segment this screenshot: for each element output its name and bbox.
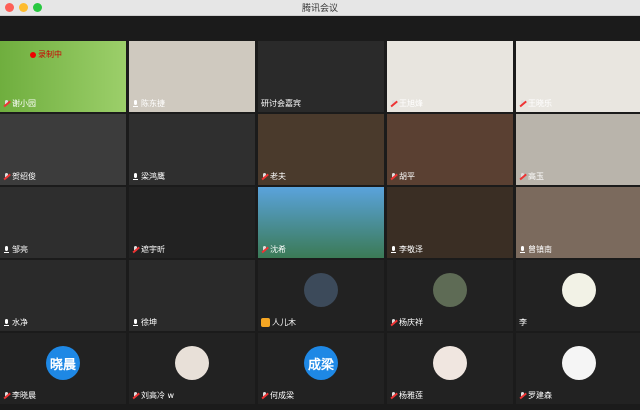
participant-label: 贺绍俊 [3, 171, 36, 182]
participant-label: 高玉 [519, 171, 544, 182]
participant-tile[interactable]: 水净 [0, 260, 126, 331]
mic-muted-icon [261, 391, 268, 400]
participant-label: 李晓晨 [3, 390, 36, 401]
participant-tile[interactable]: 王旭烽 [387, 41, 513, 112]
participant-label: 徐坤 [132, 317, 157, 328]
participant-tile[interactable]: 刘高冷 w [129, 333, 255, 404]
mic-muted-icon [519, 391, 526, 400]
participant-tile[interactable]: 录制中 谢小园 [0, 41, 126, 112]
participant-tile[interactable]: 遮宇昕 [129, 187, 255, 258]
mic-icon [519, 245, 526, 254]
mic-muted-icon [261, 245, 268, 254]
window-title: 腾讯会议 [301, 4, 338, 14]
participant-tile[interactable]: 研讨会嘉宾 [258, 41, 384, 112]
avatar [433, 346, 467, 380]
mic-muted-icon [519, 99, 526, 108]
participant-label: 遮宇昕 [132, 244, 165, 255]
participant-label: 人儿木 [261, 317, 296, 328]
participant-tile-active-speaker[interactable]: 李敬泽 [387, 187, 513, 258]
participant-tile[interactable]: 罗建森 [516, 333, 640, 404]
participant-label: 李敬泽 [390, 244, 423, 255]
participant-label: 杨雅莲 [390, 390, 423, 401]
avatar [433, 273, 467, 307]
mic-muted-icon [3, 172, 10, 181]
record-dot-icon [30, 51, 36, 58]
mic-icon [390, 245, 397, 254]
participant-tile[interactable]: 梁鸿鹰 [129, 114, 255, 185]
mic-muted-icon [390, 318, 397, 327]
participant-tile[interactable]: 晓晨 李晓晨 [0, 333, 126, 404]
participant-label: 曾镇南 [519, 244, 552, 255]
participant-tile[interactable]: 人儿木 [258, 260, 384, 331]
mic-muted-icon [390, 391, 397, 400]
participant-label: 研讨会嘉宾 [261, 99, 301, 108]
participant-label: 陈东捷 [132, 98, 165, 109]
participant-label: 邹亮 [3, 244, 28, 255]
participant-label: 胡平 [390, 171, 415, 182]
mic-muted-icon [132, 391, 139, 400]
participant-tile[interactable]: 杨雅莲 [387, 333, 513, 404]
participant-tile[interactable]: 成梁 何成梁 [258, 333, 384, 404]
participant-label: 罗建森 [519, 390, 552, 401]
participant-label: 王旭烽 [390, 98, 423, 109]
participant-label: 梁鸿鹰 [132, 171, 165, 182]
participant-tile[interactable]: 邹亮 [0, 187, 126, 258]
mic-icon [132, 99, 139, 108]
participant-label: 水净 [3, 317, 28, 328]
mic-muted-icon [519, 172, 526, 181]
participant-label: 老夫 [261, 171, 286, 182]
mic-icon [3, 318, 10, 327]
mic-icon [132, 172, 139, 181]
participant-label: 王晓乐 [519, 98, 552, 109]
host-badge-icon [261, 318, 270, 327]
avatar: 成梁 [304, 346, 338, 380]
participant-tile[interactable]: 胡平 [387, 114, 513, 185]
participant-label: 杨庆祥 [390, 317, 423, 328]
mic-muted-icon [261, 172, 268, 181]
participant-tile[interactable]: 陈东捷 [129, 41, 255, 112]
participant-tile[interactable]: 贺绍俊 [0, 114, 126, 185]
participant-label: 何成梁 [261, 390, 294, 401]
mic-icon [132, 318, 139, 327]
mic-muted-icon [3, 99, 10, 108]
avatar [304, 273, 338, 307]
mic-muted-icon [3, 391, 10, 400]
participant-tile[interactable]: 杨庆祥 [387, 260, 513, 331]
avatar: 晓晨 [46, 346, 80, 380]
participant-label: 刘高冷 w [132, 390, 174, 401]
participant-tile[interactable]: 王晓乐 [516, 41, 640, 112]
avatar [175, 346, 209, 380]
participant-tile[interactable]: 徐坤 [129, 260, 255, 331]
window-titlebar: 腾讯会议 [0, 0, 640, 16]
recording-indicator: 录制中 [30, 49, 62, 60]
participant-label: 谢小园 [3, 98, 36, 109]
participant-tile[interactable]: 李 [516, 260, 640, 331]
participant-label: 李 [519, 318, 527, 327]
mic-icon [3, 245, 10, 254]
participant-label: 沈希 [261, 244, 286, 255]
participant-tile[interactable]: 沈希 [258, 187, 384, 258]
participant-grid: 录制中 谢小园 陈东捷 研讨会嘉宾 王旭烽 王晓乐 贺绍俊 梁鸿鹰 老夫 胡平 … [0, 41, 640, 409]
avatar [562, 273, 596, 307]
participant-tile[interactable]: 老夫 [258, 114, 384, 185]
mic-muted-icon [390, 99, 397, 108]
participant-tile[interactable]: 曾镇南 [516, 187, 640, 258]
mic-muted-icon [390, 172, 397, 181]
participant-tile[interactable]: 高玉 [516, 114, 640, 185]
avatar [562, 346, 596, 380]
mic-muted-icon [132, 245, 139, 254]
